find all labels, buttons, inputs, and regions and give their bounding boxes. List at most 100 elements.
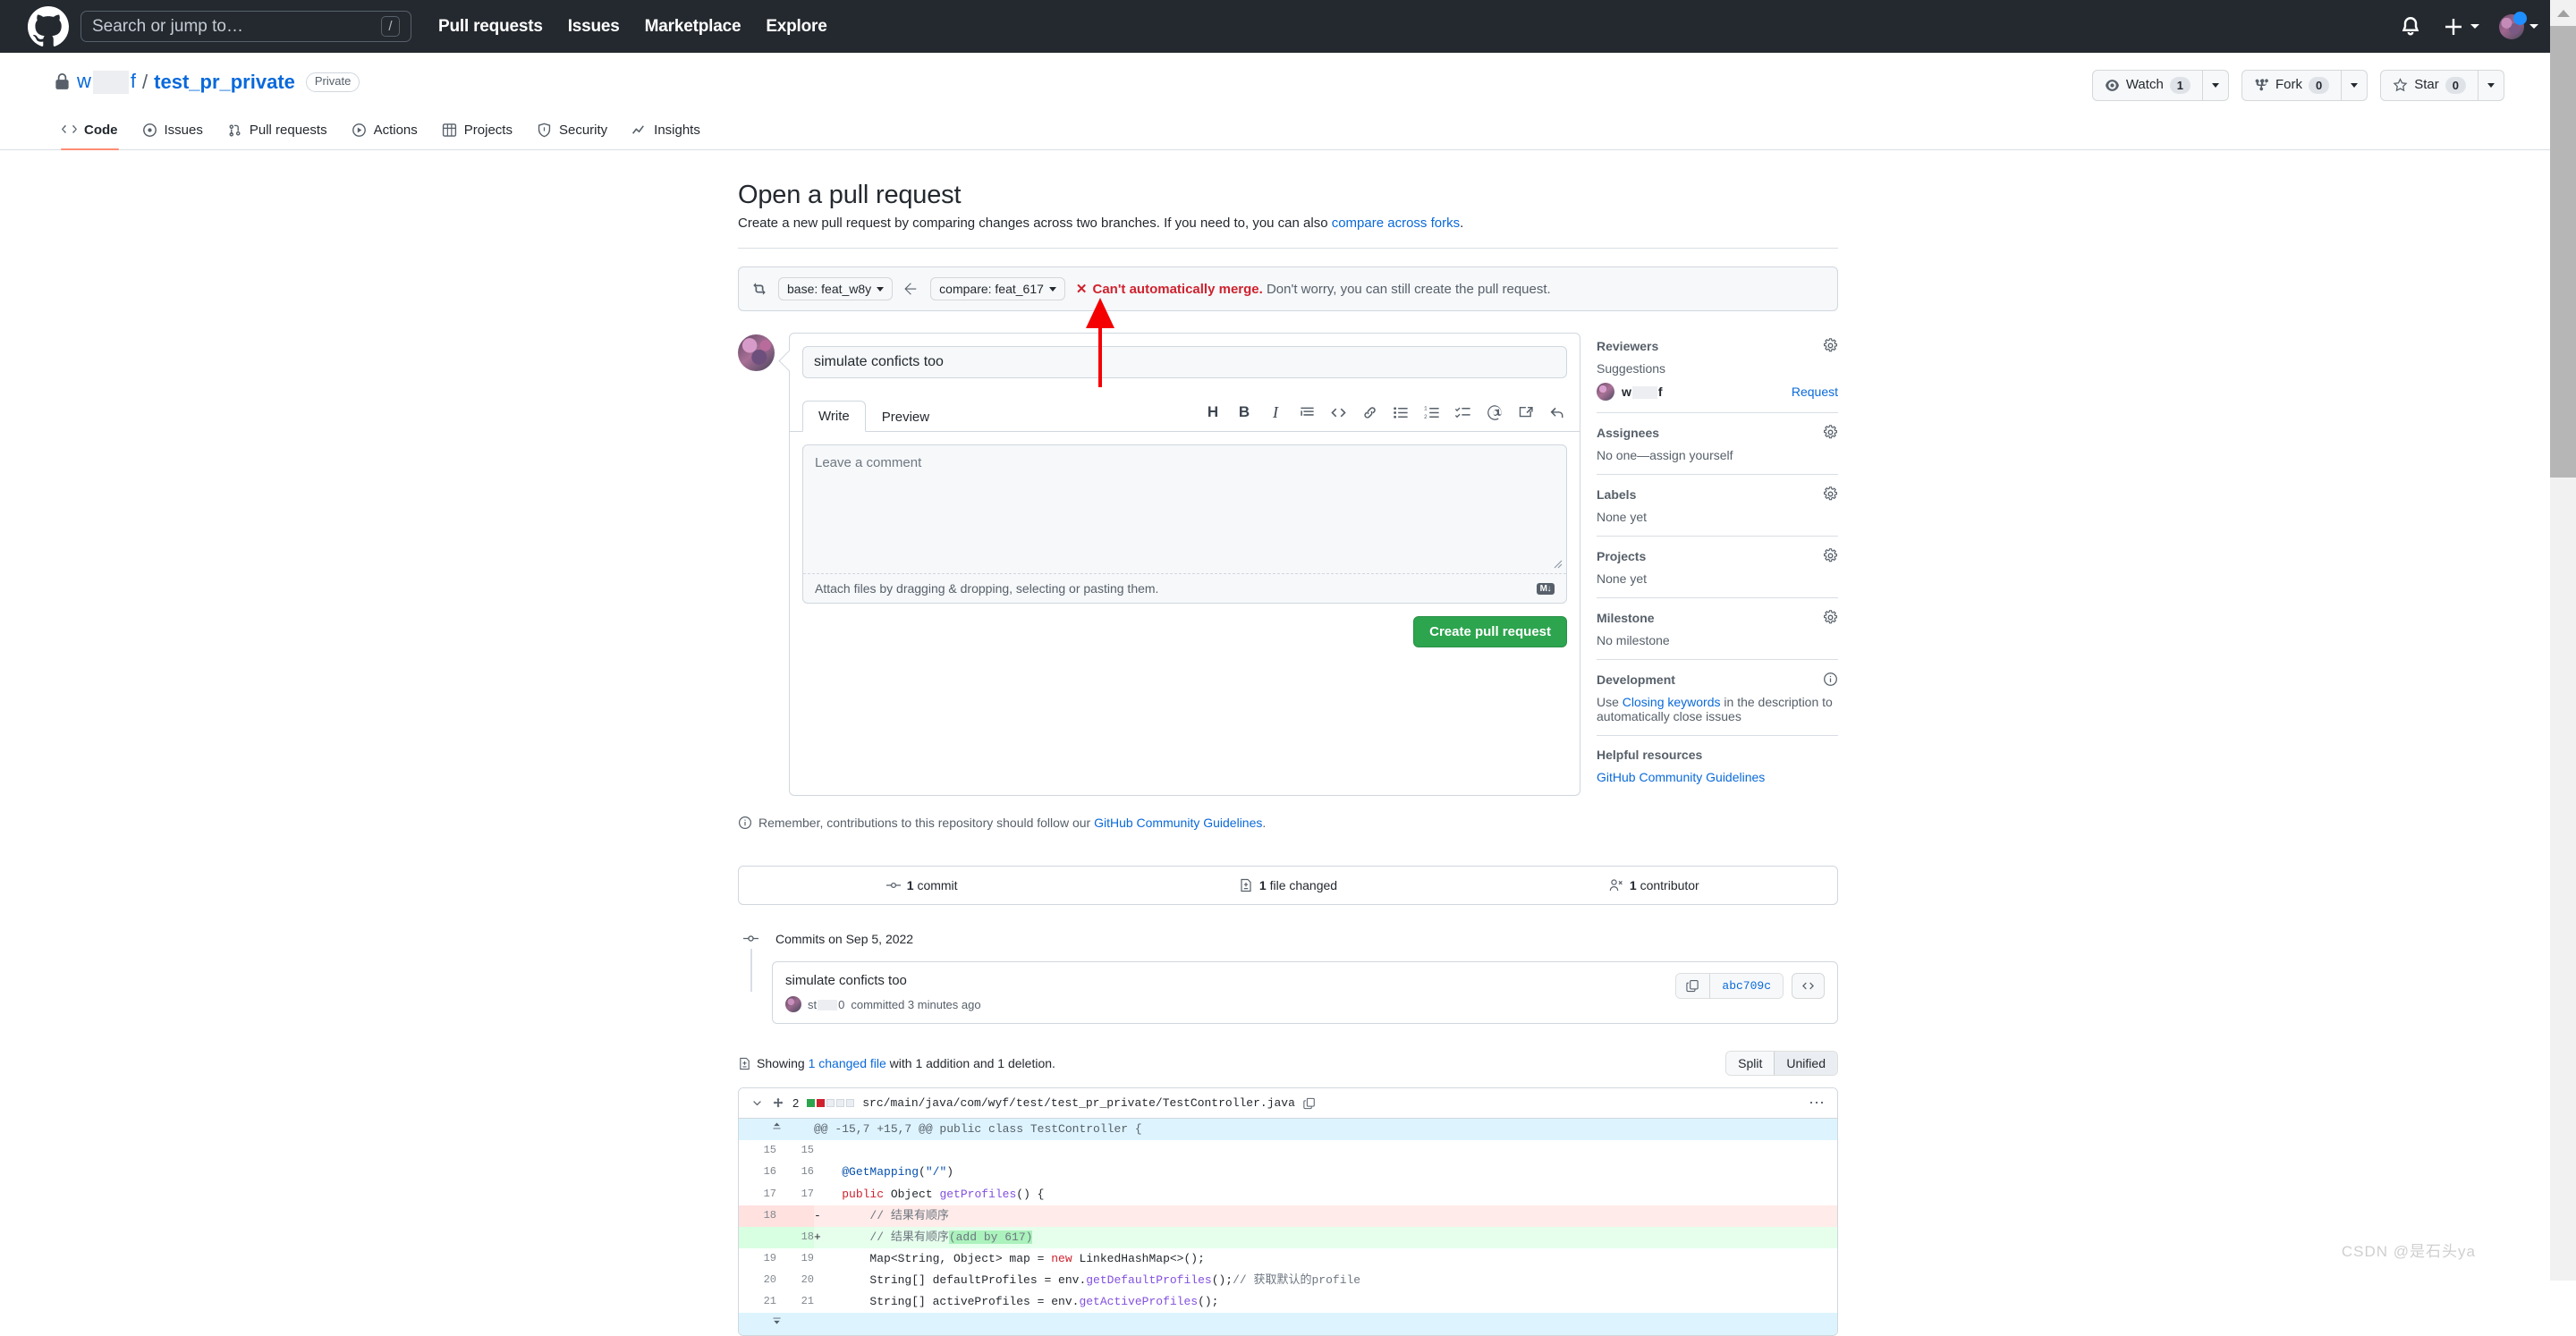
merge-status: ✕ Can't automatically merge. Don't worry… [1076,281,1551,298]
view-unified-button[interactable]: Unified [1774,1052,1837,1076]
reviewer-suggestion-row: wf Request [1597,383,1838,402]
tab-projects-label: Projects [463,123,513,139]
tab-issues[interactable]: Issues [134,114,211,149]
labels-title: Labels [1597,486,1637,502]
star-label: Star [2414,77,2439,92]
link-icon[interactable] [1360,402,1379,422]
diff-hunk-text: @@ -15,7 +15,7 @@ public class TestContr… [814,1119,1837,1141]
avatar [2499,11,2527,39]
closing-keywords-link[interactable]: Closing keywords [1623,695,1721,709]
community-guidelines-link[interactable]: GitHub Community Guidelines [1094,816,1262,830]
comment-textarea[interactable]: Leave a comment Attach files by dragging… [802,444,1567,605]
scrollbar[interactable] [2550,0,2576,1281]
assignees-value[interactable]: No one—assign yourself [1597,448,1838,462]
repo-name[interactable]: test_pr_private [154,71,295,94]
copy-path-icon[interactable] [1303,1097,1316,1110]
pr-title-input[interactable] [802,346,1567,379]
commit-author: st 0 [808,997,845,1011]
create-pull-request-button[interactable]: Create pull request [1413,616,1567,648]
tab-security[interactable]: Security [529,114,615,149]
tab-insights-label: Insights [654,123,700,139]
gear-icon[interactable] [1823,548,1838,563]
resize-handle-icon[interactable] [1550,556,1563,569]
ordered-list-icon[interactable]: 12 [1422,402,1442,422]
unordered-list-icon[interactable] [1391,402,1411,422]
expand-down-button[interactable] [739,1313,814,1335]
scroll-up-button[interactable] [2550,0,2576,26]
tab-actions[interactable]: Actions [343,114,426,149]
fork-button[interactable]: Fork 0 [2241,70,2342,101]
gear-icon[interactable] [1823,425,1838,440]
base-branch-selector[interactable]: base: feat_w8y [778,277,894,301]
repo-owner[interactable]: wf [77,70,136,95]
heading-icon[interactable]: H [1203,402,1223,422]
request-review-link[interactable]: Request [1792,385,1838,399]
mention-icon[interactable] [1485,402,1504,422]
info-icon[interactable] [1823,672,1838,687]
profile-menu[interactable] [2499,11,2538,39]
nav-issues[interactable]: Issues [568,17,620,37]
reviewer-name[interactable]: wf [1622,385,1663,400]
copy-icon[interactable] [1676,974,1710,999]
browse-repository-button[interactable] [1792,973,1825,1000]
development-title: Development [1597,672,1675,687]
expand-up-button[interactable] [739,1119,814,1141]
gear-icon[interactable] [1823,610,1838,625]
github-community-guidelines-link[interactable]: GitHub Community Guidelines [1597,770,1765,784]
stat-commits[interactable]: 1 commit [739,867,1105,904]
gear-icon[interactable] [1823,338,1838,353]
tab-write[interactable]: Write [802,401,866,433]
search-input[interactable]: Search or jump to… / [80,11,411,42]
code-icon[interactable] [1328,402,1348,422]
star-button[interactable]: Star 0 [2380,70,2478,101]
watch-button-group: Watch 1 [2091,70,2230,101]
kebab-icon[interactable]: ⋯ [1809,1095,1826,1111]
git-compare-icon[interactable] [751,281,767,297]
diff-line-code: - // 结果有顺序 [814,1205,1837,1227]
changed-files-link[interactable]: 1 changed file [809,1056,886,1070]
star-dropdown-button[interactable] [2478,70,2504,101]
attach-files-text: Attach files by dragging & dropping, sel… [815,581,1159,596]
github-mark-icon[interactable] [27,5,70,48]
nav-marketplace[interactable]: Marketplace [645,17,741,37]
tab-projects[interactable]: Projects [434,114,521,149]
quote-icon[interactable] [1297,402,1317,422]
tab-pull-requests[interactable]: Pull requests [219,114,335,149]
old-line-number: 21 [763,1295,776,1308]
gear-icon[interactable] [1823,486,1838,502]
community-note: Remember, contributions to this reposito… [738,816,1838,830]
repo-header: wf / test_pr_private Private Watch 1 For… [0,53,2576,151]
commit-message[interactable]: simulate conficts too [785,973,981,988]
bold-icon[interactable]: B [1234,402,1254,422]
repo-actions: Watch 1 Fork 0 Star 0 [2091,70,2504,101]
reference-icon[interactable] [1516,402,1536,422]
compare-branch-selector[interactable]: compare: feat_617 [930,277,1065,301]
watch-button[interactable]: Watch 1 [2091,70,2203,101]
italic-icon[interactable]: I [1266,402,1285,422]
view-split-button[interactable]: Split [1726,1052,1775,1076]
diff-expand-footer [739,1313,1837,1335]
diff-change-count: 2 [792,1096,800,1111]
stat-commits-count: 1 [906,878,914,893]
status-badge [2513,11,2527,25]
stat-files-changed[interactable]: 1 file changed [1105,867,1470,904]
commit-sha[interactable]: abc709c [1709,974,1783,999]
nav-pull-requests[interactable]: Pull requests [438,17,543,37]
breadcrumb-separator: / [142,70,148,93]
search-placeholder: Search or jump to… [92,16,243,36]
tab-code[interactable]: Code [54,114,126,151]
compare-across-forks-link[interactable]: compare across forks [1332,216,1460,231]
create-new-menu[interactable] [2442,15,2479,38]
diff-file-path[interactable]: src/main/java/com/wyf/test/test_pr_priva… [862,1096,1295,1110]
task-list-icon[interactable] [1453,402,1473,422]
bell-icon[interactable] [2399,15,2422,38]
tab-preview[interactable]: Preview [866,402,945,432]
watch-dropdown-button[interactable] [2202,70,2230,101]
stat-contributors[interactable]: 1 contributor [1471,867,1837,904]
chevron-down-icon[interactable] [750,1096,764,1110]
nav-explore[interactable]: Explore [766,17,826,37]
scrollbar-thumb[interactable] [2550,26,2576,478]
fork-dropdown-button[interactable] [2341,70,2368,101]
tab-insights[interactable]: Insights [623,114,708,149]
reply-icon[interactable] [1547,402,1567,422]
